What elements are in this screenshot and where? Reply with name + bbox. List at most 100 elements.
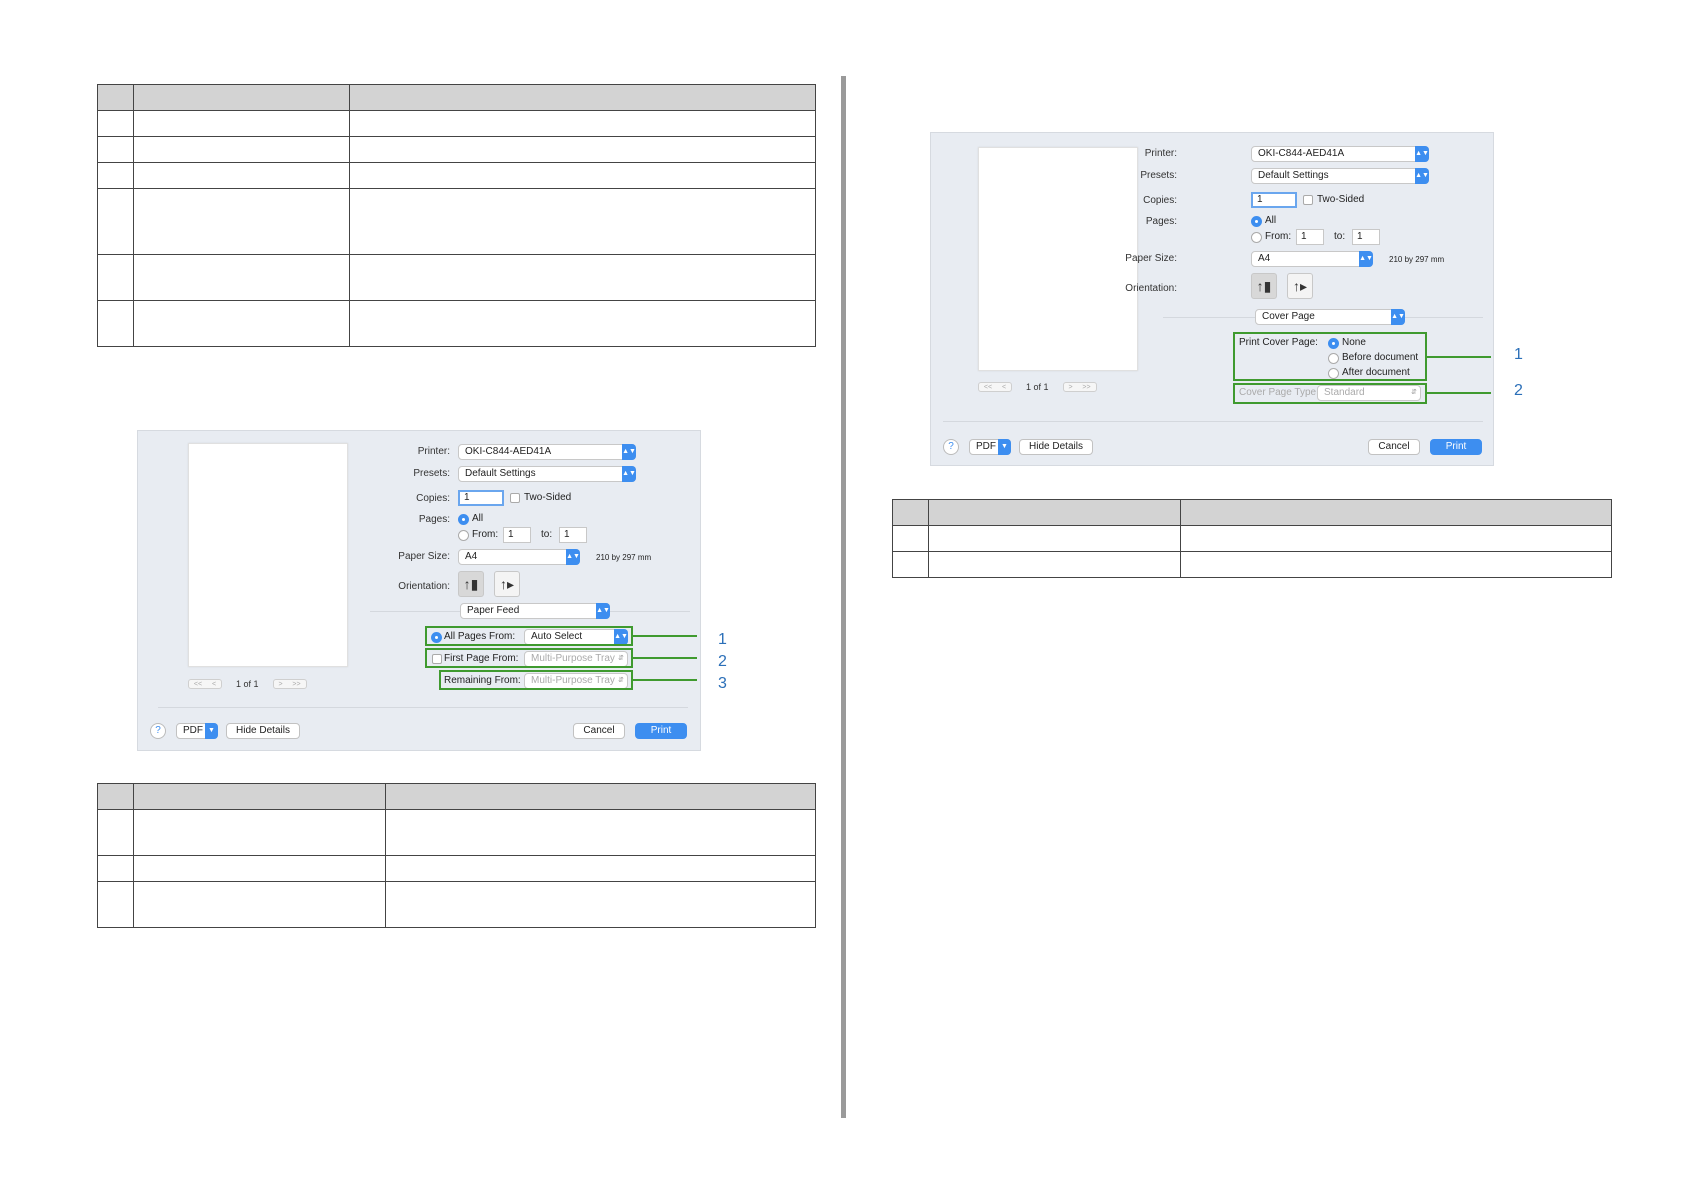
table-row (97, 162, 816, 189)
hide-details-button[interactable]: Hide Details (226, 723, 300, 739)
pdf-label: PDF (183, 725, 203, 736)
up-down-chevron-icon: ▲▼ (1359, 251, 1373, 267)
up-down-chevron-icon: ▲▼ (596, 603, 610, 619)
copies-field[interactable]: 1 (458, 490, 504, 506)
callout-line-3 (633, 679, 697, 681)
preview-pager: << < 1 of 1 > >> (978, 381, 1097, 393)
table-row (97, 855, 816, 882)
pages-all-label: All (472, 513, 484, 524)
pages-from-radio[interactable] (458, 530, 469, 541)
section-select[interactable]: Cover Page ▲▼ (1255, 309, 1405, 325)
two-sided-checkbox[interactable] (1303, 195, 1313, 205)
chevron-down-icon: ▼ (998, 439, 1011, 455)
pages-from-label: From: (1265, 231, 1292, 242)
pages-all-radio[interactable] (458, 514, 469, 525)
paper-dimensions: 210 by 297 mm (1389, 255, 1445, 264)
print-button[interactable]: Print (635, 723, 687, 739)
two-sided-label: Two-Sided (1317, 194, 1365, 205)
pages-label: Pages: (1145, 216, 1177, 227)
chevron-down-icon: ▼ (205, 723, 218, 739)
pages-all-radio[interactable] (1251, 216, 1262, 227)
presets-select[interactable]: Default Settings ▲▼ (1251, 168, 1429, 184)
paper-size-value: A4 (465, 551, 478, 562)
copies-label: Copies: (416, 493, 450, 504)
highlight-box-1 (1233, 332, 1427, 381)
portrait-orientation-icon[interactable]: ↑▮ (1251, 273, 1277, 299)
previous-page-button[interactable]: << < (978, 382, 1012, 392)
section-value: Cover Page (1262, 311, 1315, 322)
table-row (97, 136, 816, 163)
highlight-box-2 (1233, 383, 1427, 404)
pages-from-field[interactable]: 1 (1296, 229, 1324, 245)
table-header-row (97, 783, 816, 810)
printer-select[interactable]: OKI-C844-AED41A ▲▼ (458, 444, 636, 460)
presets-label: Presets: (413, 468, 450, 479)
question-mark-icon[interactable]: ? (150, 723, 166, 739)
settings-table-paper-feed (97, 783, 816, 928)
pages-label: Pages: (418, 514, 450, 525)
two-sided-checkbox[interactable] (510, 493, 520, 503)
table-row (97, 254, 816, 301)
print-button[interactable]: Print (1430, 439, 1482, 455)
footer-separator (943, 421, 1483, 422)
orientation-label: Orientation: (1125, 283, 1177, 294)
printer-label: Printer: (417, 446, 450, 457)
up-down-chevron-icon: ▲▼ (622, 444, 636, 460)
next-page-button[interactable]: > >> (1062, 382, 1097, 392)
printer-select[interactable]: OKI-C844-AED41A ▲▼ (1251, 146, 1429, 162)
callout-line-2 (633, 657, 697, 659)
highlight-box-1 (425, 626, 633, 646)
pdf-menu-button[interactable]: PDF ▼ (969, 439, 1011, 455)
pages-to-field[interactable]: 1 (559, 527, 587, 543)
paper-size-select[interactable]: A4 ▲▼ (458, 549, 580, 565)
up-down-chevron-icon: ▲▼ (1415, 168, 1429, 184)
table-header-row (97, 84, 816, 111)
column-divider (841, 76, 846, 1118)
portrait-orientation-icon[interactable]: ↑▮ (458, 571, 484, 597)
callout-number-3: 3 (718, 675, 727, 692)
table-header-row (892, 499, 1612, 526)
settings-table-top (97, 84, 816, 347)
page-preview (188, 443, 348, 667)
page-count: 1 of 1 (236, 679, 259, 689)
presets-value: Default Settings (1258, 170, 1329, 181)
section-select[interactable]: Paper Feed ▲▼ (460, 603, 610, 619)
table-row (97, 881, 816, 928)
printer-value: OKI-C844-AED41A (465, 446, 552, 457)
cancel-button[interactable]: Cancel (573, 723, 625, 739)
settings-table-cover-page (892, 499, 1612, 578)
cover-page-print-dialog: << < 1 of 1 > >> Printer: OKI-C844-AED41A … (930, 132, 1494, 466)
pages-from-radio[interactable] (1251, 232, 1262, 243)
callout-line-2 (1427, 392, 1491, 394)
presets-value: Default Settings (465, 468, 536, 479)
landscape-orientation-icon[interactable]: ↑▸ (1287, 273, 1313, 299)
two-sided-label: Two-Sided (524, 492, 572, 503)
pages-from-field[interactable]: 1 (503, 527, 531, 543)
copies-label: Copies: (1143, 195, 1177, 206)
paper-size-value: A4 (1258, 253, 1271, 264)
pages-all-label: All (1265, 215, 1277, 226)
pages-from-label: From: (472, 529, 499, 540)
callout-number-1: 1 (718, 631, 727, 648)
hide-details-button[interactable]: Hide Details (1019, 439, 1093, 455)
up-down-chevron-icon: ▲▼ (622, 466, 636, 482)
table-row (97, 110, 816, 137)
question-mark-icon[interactable]: ? (943, 439, 959, 455)
landscape-orientation-icon[interactable]: ↑▸ (494, 571, 520, 597)
pdf-menu-button[interactable]: PDF ▼ (176, 723, 218, 739)
callout-number-1: 1 (1514, 346, 1523, 363)
presets-select[interactable]: Default Settings ▲▼ (458, 466, 636, 482)
printer-value: OKI-C844-AED41A (1258, 148, 1345, 159)
pages-to-field[interactable]: 1 (1352, 229, 1380, 245)
up-down-chevron-icon: ▲▼ (566, 549, 580, 565)
paper-size-label: Paper Size: (1125, 253, 1177, 264)
cancel-button[interactable]: Cancel (1368, 439, 1420, 455)
previous-page-button[interactable]: << < (188, 679, 222, 689)
callout-line-1 (1427, 356, 1491, 358)
page-preview (978, 147, 1138, 371)
orientation-label: Orientation: (398, 581, 450, 592)
table-row (97, 809, 816, 856)
next-page-button[interactable]: > >> (272, 679, 307, 689)
paper-size-select[interactable]: A4 ▲▼ (1251, 251, 1373, 267)
copies-field[interactable]: 1 (1251, 192, 1297, 208)
